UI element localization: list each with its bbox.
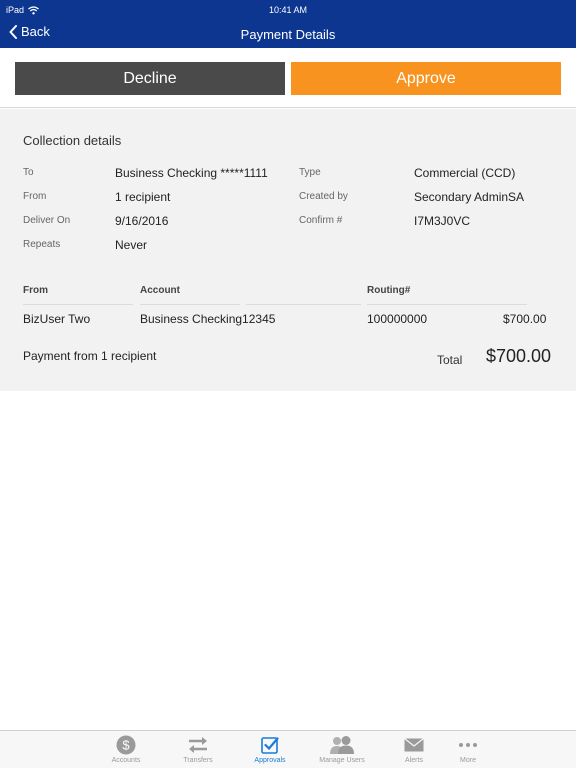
checkbox-icon bbox=[235, 735, 305, 755]
page-title: Payment Details bbox=[240, 27, 336, 42]
svg-text:$: $ bbox=[122, 738, 130, 753]
to-label: To bbox=[23, 167, 34, 178]
navbar: Back Payment Details bbox=[0, 20, 576, 48]
created-by-label: Created by bbox=[299, 191, 348, 202]
tab-transfers[interactable]: Transfers bbox=[163, 731, 233, 768]
deliver-on-label: Deliver On bbox=[23, 215, 71, 226]
divider bbox=[246, 304, 361, 305]
tab-label: More bbox=[460, 757, 476, 764]
status-bar: iPad 10:41 AM bbox=[0, 0, 576, 20]
tab-label: Transfers bbox=[183, 757, 213, 764]
type-label: Type bbox=[299, 167, 321, 178]
tab-accounts[interactable]: $ Accounts bbox=[91, 731, 161, 768]
from-label: From bbox=[23, 191, 47, 202]
row-account: Business Checking12345 bbox=[140, 312, 276, 326]
column-header-account: Account bbox=[140, 285, 180, 296]
tab-approvals[interactable]: Approvals bbox=[235, 731, 305, 768]
column-header-routing: Routing# bbox=[367, 285, 411, 296]
tab-label: Approvals bbox=[254, 757, 286, 764]
divider bbox=[367, 304, 527, 305]
total-label: Total bbox=[437, 353, 463, 367]
tab-manage-users[interactable]: Manage Users bbox=[307, 731, 377, 768]
divider bbox=[23, 304, 133, 305]
users-icon bbox=[307, 735, 377, 755]
row-routing: 100000000 bbox=[367, 312, 428, 326]
dollar-circle-icon: $ bbox=[91, 735, 161, 755]
divider bbox=[140, 304, 240, 305]
deliver-on-value: 9/16/2016 bbox=[115, 214, 169, 228]
confirm-value: I7M3J0VC bbox=[414, 214, 471, 228]
row-amount: $700.00 bbox=[503, 312, 547, 326]
created-by-value: Secondary AdminSA bbox=[414, 190, 525, 204]
tab-label: Accounts bbox=[111, 757, 141, 764]
total-value: $700.00 bbox=[486, 346, 552, 366]
action-bar: Decline Approve bbox=[0, 48, 576, 108]
tab-label: Manage Users bbox=[319, 757, 365, 764]
repeats-label: Repeats bbox=[23, 239, 61, 250]
app-header: iPad 10:41 AM Back Payment Details bbox=[0, 0, 576, 48]
approve-button[interactable]: Approve bbox=[291, 62, 561, 95]
row-from: BizUser Two bbox=[23, 312, 91, 326]
collection-details-panel: Collection details To Business Checking … bbox=[0, 109, 576, 391]
more-dots-icon bbox=[433, 735, 503, 755]
from-value: 1 recipient bbox=[115, 190, 171, 204]
to-value: Business Checking *****1111 bbox=[115, 166, 268, 180]
confirm-label: Confirm # bbox=[299, 215, 343, 226]
status-time: 10:41 AM bbox=[268, 5, 308, 15]
column-header-from: From bbox=[23, 285, 48, 296]
section-title: Collection details bbox=[23, 133, 122, 148]
transfer-arrows-icon bbox=[163, 735, 233, 755]
type-value: Commercial (CCD) bbox=[414, 166, 516, 180]
tab-more[interactable]: More bbox=[433, 731, 503, 768]
decline-button[interactable]: Decline bbox=[15, 62, 285, 95]
repeats-value: Never bbox=[115, 238, 148, 252]
tab-bar: $ Accounts Transfers Approvals Manage Us… bbox=[0, 730, 576, 768]
payment-summary: Payment from 1 recipient bbox=[23, 349, 157, 363]
